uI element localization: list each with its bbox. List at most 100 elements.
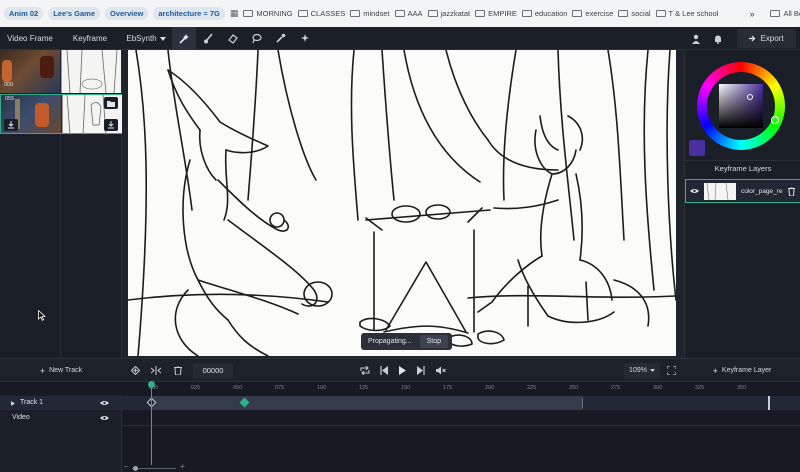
keyframe-layers-title: Keyframe Layers [714,164,772,173]
track-row[interactable]: Track 1 [0,396,800,410]
zoom-slider-handle[interactable] [133,466,138,471]
minus-icon[interactable]: – [124,462,128,471]
download-icon[interactable] [4,119,18,131]
frame-thumbnails-panel: 000 055 [0,49,122,358]
open-folder-icon[interactable] [104,97,118,109]
ruler-tick-label: 200 [485,385,495,391]
lasso-tool-icon[interactable] [244,27,268,50]
folder-icon [297,10,308,17]
apps-grid-icon[interactable]: ▦ [230,8,239,19]
color-picker-handle[interactable] [747,94,753,100]
keyframe-canvas[interactable]: Propagating... Stop [128,50,676,356]
folder-icon [350,10,361,17]
keyframe-layer-row[interactable]: color_page_re [685,179,800,203]
export-button[interactable]: Export [737,29,796,48]
all-bookmarks-button[interactable]: All Bookmarks [770,9,800,18]
folder-icon [655,10,666,17]
hue-picker-handle[interactable] [771,116,779,124]
bookmark-folder-mindset[interactable]: mindset [350,9,390,18]
bookmark-folder-education[interactable]: education [521,9,567,18]
ruler-tick-label: 325 [695,385,705,391]
loop-icon[interactable] [360,366,370,375]
eyedropper-tool-icon[interactable] [268,27,292,50]
keyframe-tab[interactable]: Keyframe [60,27,120,50]
bookmark-folder-jazzkatat[interactable]: jazzkatat [427,9,470,18]
bookmark-folder-empire[interactable]: EMPIRE [475,9,517,18]
layer-name: color_page_re [741,188,783,195]
trash-icon[interactable] [788,187,795,196]
eraser-tool-icon[interactable] [220,27,244,50]
bookmark-chip-architecture[interactable]: architecture = 7G [153,7,225,20]
export-arrow-icon [749,35,756,42]
bookmark-folder-social[interactable]: social [618,9,651,18]
zoom-dropdown[interactable]: 109% [624,363,660,378]
eye-icon[interactable] [690,188,699,194]
thumbnail-row-selected[interactable]: 055 [0,94,122,136]
eye-icon[interactable] [100,400,109,406]
chevron-right-icon[interactable] [11,401,15,406]
plus-icon: + [39,365,46,376]
skip-back-icon[interactable] [380,366,388,375]
bookmarks-bar: Anim 02 Lee's Game Overview architecture… [0,0,800,27]
bookmark-chip-lees-game[interactable]: Lee's Game [48,7,100,20]
wand-tool-icon[interactable] [172,27,196,50]
play-icon[interactable] [399,366,406,375]
bookmarks-more-button[interactable]: » [749,9,754,19]
stop-button[interactable]: Stop [419,335,448,348]
brush-tool-icon[interactable] [196,27,220,50]
timeline-ruler[interactable]: 000 025 050 075 100 125 150 175 200 225 250 275 300 3… [122,382,800,395]
download-icon[interactable] [104,119,118,131]
bookmark-folder-t-lee-school[interactable]: T & Lee school [655,9,718,18]
current-color-swatch[interactable] [689,140,705,156]
track-name: Video [12,414,30,421]
bookmark-folder-aaa[interactable]: AAA [394,9,423,18]
user-icon[interactable] [684,27,708,50]
track-name: Track 1 [20,399,44,406]
bookmark-folder-morning[interactable]: MORNING [243,9,293,18]
playhead-handle[interactable] [148,381,155,388]
video-frame-tab[interactable]: Video Frame [0,27,60,50]
bookmark-folder-exercise[interactable]: exercise [572,9,613,18]
folder-icon [521,10,532,17]
layer-thumbnail [704,182,736,201]
ruler-tick-label: 175 [443,385,453,391]
new-track-button[interactable]: + New Track [0,359,122,382]
eye-icon[interactable] [100,415,109,421]
keyframe-thumbnail [61,49,121,94]
bell-icon[interactable] [706,27,730,50]
canvas-area: Propagating... Stop [122,50,684,358]
transport-bar: + New Track 00000 109% + Keyframe Layer [0,358,800,382]
folder-icon [572,10,583,17]
playhead[interactable] [151,382,152,465]
ruler-tick-label: 250 [569,385,579,391]
plus-icon[interactable]: + [180,462,185,471]
timeline-zoom-scroller[interactable]: – + [122,462,188,472]
mute-icon[interactable] [436,366,446,375]
mouse-cursor-icon [38,310,46,321]
thumbnail-row[interactable]: 000 [0,49,122,94]
ruler-tick-label: 225 [527,385,537,391]
bookmark-chip-overview[interactable]: Overview [105,7,149,20]
ruler-tick-label: 075 [275,385,285,391]
track-row[interactable]: Video [0,411,800,425]
folder-icon [427,10,438,17]
folder-icon [618,10,629,17]
fit-screen-icon[interactable] [667,366,676,375]
timeline-tracks: Track 1 Video – + [0,382,800,472]
add-keyframe-icon[interactable] [131,366,140,375]
track-end-marker[interactable] [768,396,770,410]
skip-forward-icon[interactable] [417,366,425,375]
delete-keyframe-icon[interactable] [174,366,182,375]
saturation-value-square[interactable] [719,84,763,128]
ruler-tick-label: 025 [191,385,201,391]
add-keyframe-layer-button[interactable]: + Keyframe Layer [684,359,800,382]
split-icon[interactable] [151,366,161,375]
track-clip[interactable] [152,396,583,410]
folder-icon [394,10,405,17]
bookmark-chip-anim[interactable]: Anim 02 [4,7,44,20]
sparkle-tool-icon[interactable] [292,27,316,50]
bookmark-folder-classes[interactable]: CLASSES [297,9,345,18]
app-toolbar: Video Frame Keyframe EbSynth Export [0,27,800,50]
ebsynth-dropdown[interactable]: EbSynth [122,27,170,50]
timecode-display[interactable]: 00000 [193,363,233,378]
